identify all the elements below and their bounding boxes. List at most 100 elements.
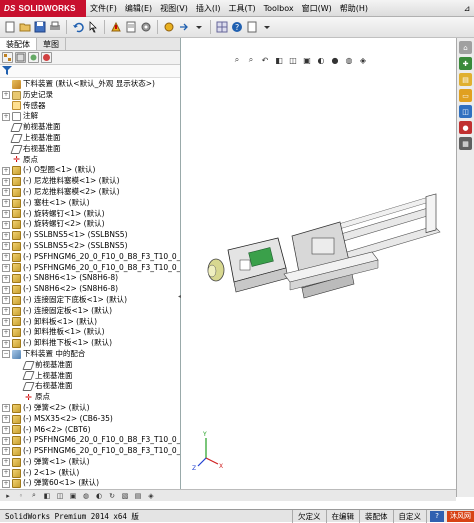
traffic-light-icon[interactable] (162, 20, 176, 34)
tree-item[interactable]: 右视基准面 (0, 144, 180, 155)
tree-item[interactable]: + (-) 旋转螺钉<1> (默认) (0, 209, 180, 220)
expand-toggle-icon[interactable]: + (2, 231, 10, 240)
filter-icon[interactable] (2, 65, 12, 77)
motion-icon[interactable]: ↻ (107, 491, 117, 501)
tree-item[interactable]: ✛ 原点 (0, 155, 180, 166)
menu-view[interactable]: 视图(V) (156, 3, 192, 14)
units-status[interactable]: 自定义 (394, 509, 427, 523)
menu-insert[interactable]: 插入(I) (192, 3, 225, 14)
tree-item[interactable]: − 下料装置 中的配合 (0, 349, 180, 360)
expand-toggle-icon[interactable]: + (2, 199, 10, 208)
expand-toggle-icon[interactable]: + (2, 177, 10, 186)
menu-edit[interactable]: 编辑(E) (121, 3, 156, 14)
options-icon[interactable] (139, 20, 153, 34)
tree-item[interactable]: + (-) 卸料推下板<1> (默认) (0, 338, 180, 349)
tree-item[interactable]: + (-) PSFHNGM6_20_0_F10_0_B8_F3_T10_0_S8_… (0, 435, 180, 446)
expand-toggle-icon[interactable]: + (2, 209, 10, 218)
expand-toggle-icon[interactable]: + (2, 112, 10, 121)
appearance-manager-icon[interactable] (41, 52, 52, 63)
tree-item[interactable]: + (-) 连接固定下底板<1> (默认) (0, 295, 180, 306)
shade-icon[interactable]: ▣ (68, 491, 78, 501)
print-icon[interactable] (48, 20, 62, 34)
undo-icon[interactable] (71, 20, 85, 34)
tree-item[interactable]: + 历史记录 (0, 90, 180, 101)
tree-item[interactable]: + (-) 连接固定板<1> (默认) (0, 306, 180, 317)
tree-item[interactable]: + (-) 尼龙推料塞模<1> (默认) (0, 176, 180, 187)
tree-item[interactable]: + (-) O型圈<1> (默认) (0, 165, 180, 176)
dropdown-icon[interactable] (192, 20, 206, 34)
expand-toggle-icon[interactable]: + (2, 339, 10, 348)
tree-item[interactable]: + (-) 尼龙推料塞模<2> (默认) (0, 187, 180, 198)
tree-item[interactable]: 前视基准面 (0, 122, 180, 133)
expand-toggle-icon[interactable]: + (2, 253, 10, 262)
zoom-icon[interactable]: ⌕ (29, 491, 39, 501)
scene-icon[interactable]: ◍ (81, 491, 91, 501)
orient-icon[interactable]: ◫ (55, 491, 65, 501)
tab-assembly[interactable]: 装配体 (0, 38, 37, 50)
expand-toggle-icon[interactable]: + (2, 458, 10, 467)
realview-icon[interactable]: ◐ (94, 491, 104, 501)
solidworks-logo[interactable]: DS SOLIDWORKS (0, 0, 86, 17)
tree-item[interactable]: + (-) PSFHNGM6_20_0_F10_0_B8_F3_T10_0_S8_… (0, 446, 180, 457)
tree-item[interactable]: + (-) 弹簧60<1> (默认) (0, 478, 180, 489)
tree-item[interactable]: 右视基准面 (0, 381, 180, 392)
help-icon[interactable]: ? (230, 20, 244, 34)
tree-item[interactable]: + (-) SN8H6<2> (SN8H6-8) (0, 284, 180, 295)
expand-toggle-icon[interactable]: + (2, 425, 10, 434)
appearances-icon[interactable]: ● (459, 121, 472, 134)
expand-toggle-icon[interactable]: + (2, 328, 10, 337)
settings-icon[interactable]: ◈ (146, 491, 156, 501)
expand-toggle-icon[interactable]: + (2, 436, 10, 445)
tree-item[interactable]: 上视基准面 (0, 371, 180, 382)
tree-item[interactable]: 上视基准面 (0, 133, 180, 144)
menu-tools[interactable]: 工具(T) (224, 3, 259, 14)
expand-toggle-icon[interactable]: + (2, 263, 10, 272)
expand-toggle-icon[interactable]: + (2, 242, 10, 251)
tree-item[interactable]: + (-) 2<1> (默认) (0, 468, 180, 479)
tree-item[interactable]: 前视基准面 (0, 360, 180, 371)
expand-toggle-icon[interactable]: + (2, 285, 10, 294)
sheet-icon[interactable] (245, 20, 259, 34)
menu-help[interactable]: 帮助(H) (336, 3, 372, 14)
resources-icon[interactable]: ✚ (459, 57, 472, 70)
tree-item[interactable]: + (-) 塞柱<1> (默认) (0, 198, 180, 209)
tree-item[interactable]: ✛ 原点 (0, 392, 180, 403)
tree-item[interactable]: + (-) 卸料板<1> (默认) (0, 317, 180, 328)
layout-icon[interactable]: ▤ (133, 491, 143, 501)
tree-item[interactable]: + (-) 旋转螺钉<2> (默认) (0, 219, 180, 230)
tree-item[interactable]: 传感器 (0, 101, 180, 112)
grid-icon[interactable] (215, 20, 229, 34)
expand-toggle-icon[interactable]: + (2, 188, 10, 197)
tree-item[interactable]: + (-) M6<2> (CBT6) (0, 425, 180, 436)
tree-item[interactable]: + (-) MSX35<2> (CB6-35) (0, 414, 180, 425)
tree-item[interactable]: + (-) 卸料推板<1> (默认) (0, 327, 180, 338)
menu-window[interactable]: 窗口(W) (298, 3, 336, 14)
custom-properties-icon[interactable]: ▦ (459, 137, 472, 150)
expand-toggle-icon[interactable]: + (2, 415, 10, 424)
expand-toggle-icon[interactable]: + (2, 220, 10, 229)
assembly-model[interactable] (207, 193, 441, 299)
property-manager-icon[interactable] (15, 52, 26, 63)
rebuild-icon[interactable] (109, 20, 123, 34)
feature-tree-icon[interactable] (2, 52, 13, 63)
tree-item[interactable]: + (-) SSLBNS5<1> (SSLBNS5) (0, 230, 180, 241)
tree-item[interactable]: + (-) 弹簧<1> (默认) (0, 457, 180, 468)
expand-toggle-icon[interactable]: − (2, 350, 10, 359)
configuration-manager-icon[interactable] (28, 52, 39, 63)
expand-toggle-icon[interactable]: + (2, 404, 10, 413)
pin-icon[interactable]: ⊿ (460, 4, 474, 13)
tree-item[interactable]: + 注解 (0, 111, 180, 122)
select-icon[interactable] (86, 20, 100, 34)
view-palette-icon[interactable]: ◫ (459, 105, 472, 118)
expand-toggle-icon[interactable]: + (2, 166, 10, 175)
home-icon[interactable]: ⌂ (459, 41, 472, 54)
menu-toolbox[interactable]: Toolbox (260, 4, 298, 13)
expand-toggle-icon[interactable]: + (2, 307, 10, 316)
save-icon[interactable] (33, 20, 47, 34)
file-explorer-icon[interactable]: ▭ (459, 89, 472, 102)
expand-toggle-icon[interactable]: + (2, 469, 10, 478)
tree-item[interactable]: + (-) SN8H6<1> (SN8H6-8) (0, 273, 180, 284)
expand-toggle-icon[interactable]: + (2, 447, 10, 456)
tree-item[interactable]: 下料装置 (默认<默认_外观 显示状态>) (0, 79, 180, 90)
expand-toggle-icon[interactable]: + (2, 274, 10, 283)
